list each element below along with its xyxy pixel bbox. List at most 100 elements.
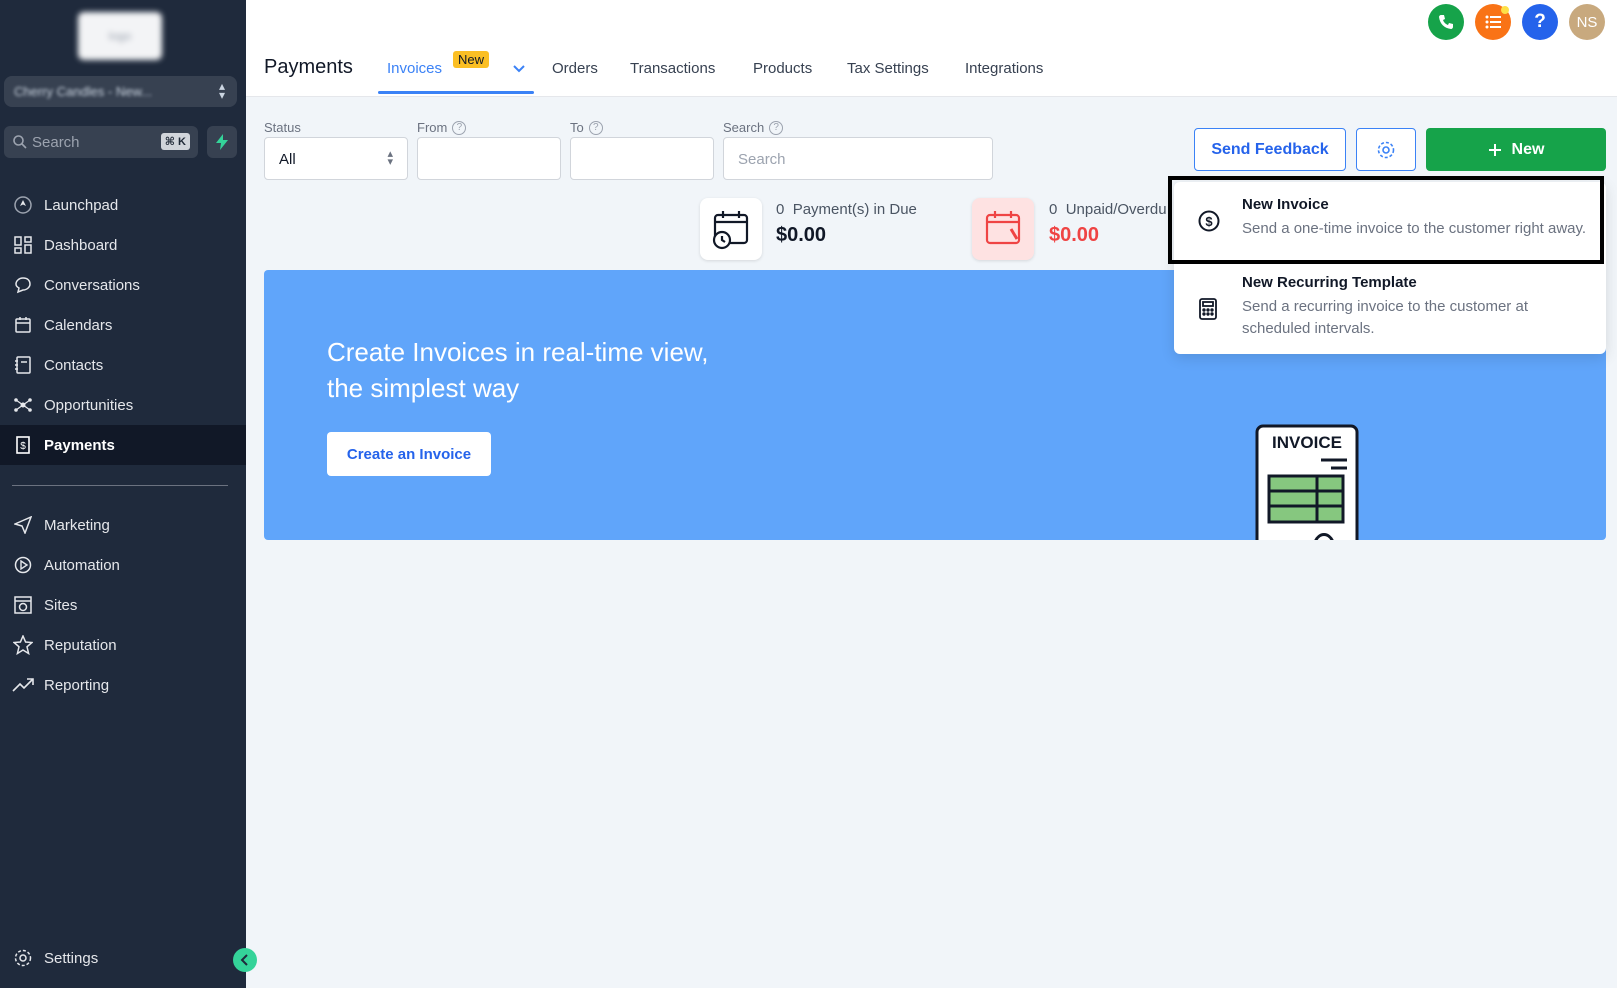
sidebar-search-label: Search: [32, 134, 80, 151]
phone-button[interactable]: [1428, 4, 1464, 40]
status-select[interactable]: All ▴ ▾: [264, 137, 408, 180]
sidebar-item-label: Contacts: [44, 356, 104, 374]
sidebar-item-label: Automation: [44, 556, 120, 574]
chevron-up-down-icon: ▴ ▾: [387, 148, 393, 168]
tab-products[interactable]: Products: [753, 60, 812, 77]
sidebar-item-marketing[interactable]: Marketing: [0, 505, 246, 545]
sidebar-item-label: Dashboard: [44, 236, 118, 254]
sidebar-item-reputation[interactable]: Reputation: [0, 625, 246, 665]
dollar-circle-icon: $: [1198, 210, 1220, 237]
calculator-icon: [1198, 298, 1218, 325]
sidebar-item-label: Launchpad: [44, 196, 119, 214]
help-button[interactable]: ?: [1522, 4, 1558, 40]
company-logo[interactable]: logo: [78, 12, 162, 60]
help-circle-icon[interactable]: ?: [588, 120, 603, 135]
phone-icon: [1439, 15, 1453, 29]
sidebar-item-conversations[interactable]: Conversations: [0, 265, 246, 305]
svg-text:$: $: [20, 441, 26, 452]
globe-window-icon: [12, 594, 34, 616]
from-date-input[interactable]: [417, 137, 561, 180]
page-title: Payments: [264, 56, 353, 78]
calendar-icon: [12, 314, 34, 336]
tab-invoices[interactable]: Invoices: [387, 60, 442, 77]
invoice-art-text: INVOICE: [1272, 433, 1342, 452]
settings-button[interactable]: [1356, 128, 1416, 171]
sidebar-item-reporting[interactable]: Reporting: [0, 665, 246, 705]
to-date-input[interactable]: [570, 137, 714, 180]
due-stat-label: 0 Payment(s) in Due: [776, 201, 917, 218]
automation-icon: [12, 554, 34, 576]
new-button[interactable]: New: [1426, 128, 1606, 171]
star-icon: [12, 634, 34, 656]
sidebar-item-label: Reputation: [44, 636, 117, 654]
plus-icon: [1488, 143, 1501, 156]
new-badge: New: [453, 51, 490, 68]
sidebar-item-payments[interactable]: $ Payments: [0, 425, 246, 465]
sidebar-item-sites[interactable]: Sites: [0, 585, 246, 625]
sidebar-item-opportunities[interactable]: Opportunities: [0, 385, 246, 425]
chevron-up-down-icon: ▴ ▾: [218, 79, 225, 102]
tab-tax-settings[interactable]: Tax Settings: [847, 60, 929, 77]
trend-up-icon: [12, 674, 34, 696]
overdue-label: Unpaid/Overdu: [1065, 201, 1167, 218]
sidebar-item-label: Marketing: [44, 516, 110, 534]
menu-item-title: New Recurring Template: [1242, 274, 1417, 291]
send-feedback-button[interactable]: Send Feedback: [1194, 128, 1346, 171]
logo-text: logo: [108, 29, 132, 43]
banner-title: Create Invoices in real-time view, the s…: [327, 337, 709, 403]
search-input[interactable]: Search: [723, 137, 993, 180]
status-select-value: All: [279, 151, 296, 168]
help-circle-icon[interactable]: ?: [769, 120, 784, 135]
user-avatar[interactable]: NS: [1569, 4, 1605, 40]
new-button-label: New: [1511, 140, 1545, 158]
sidebar-search[interactable]: Search ⌘ K: [4, 126, 198, 158]
menu-item-description: Send a one-time invoice to the customer …: [1242, 220, 1587, 237]
from-filter-label: From?: [417, 120, 467, 135]
chat-bubble-icon: [12, 274, 34, 296]
to-label-text: To: [570, 120, 584, 135]
sidebar-item-launchpad[interactable]: Launchpad: [0, 185, 246, 225]
account-name: Cherry Candles - New...: [14, 84, 152, 99]
menu-item-description: Send a recurring invoice to the customer…: [1242, 298, 1528, 337]
sidebar-item-automation[interactable]: Automation: [0, 545, 246, 585]
new-dropdown-menu: $ New Invoice Send a one-time invoice to…: [1168, 176, 1606, 354]
menu-item-new-recurring-template[interactable]: New Recurring Template Send a recurring …: [1174, 272, 1606, 354]
sidebar-item-label: Conversations: [44, 276, 140, 294]
tab-transactions[interactable]: Transactions: [630, 60, 715, 77]
collapse-sidebar-button[interactable]: [233, 948, 257, 972]
status-label-text: Status: [264, 120, 301, 135]
overdue-amount: $0.00: [1049, 224, 1100, 246]
create-invoice-button[interactable]: Create an Invoice: [327, 432, 491, 476]
sidebar-item-label: Reporting: [44, 676, 110, 694]
rocket-icon: [12, 194, 34, 216]
sidebar-item-calendars[interactable]: Calendars: [0, 305, 246, 345]
gear-icon: [1377, 141, 1395, 158]
due-calendar-icon: [700, 198, 762, 260]
tab-integrations[interactable]: Integrations: [965, 60, 1043, 77]
contacts-book-icon: [12, 354, 34, 376]
send-icon: [12, 514, 34, 536]
menu-item-title: New Invoice: [1242, 196, 1329, 213]
receipt-icon: $: [12, 434, 34, 456]
status-filter-label: Status: [264, 120, 301, 135]
quick-actions-button[interactable]: [207, 126, 237, 158]
search-filter-label: Search?: [723, 120, 784, 135]
svg-text:$: $: [1205, 214, 1213, 229]
chevron-down-icon[interactable]: [513, 60, 525, 78]
due-label: Payment(s) in Due: [792, 201, 917, 218]
sidebar-item-contacts[interactable]: Contacts: [0, 345, 246, 385]
sidebar-item-label: Settings: [44, 949, 99, 967]
sidebar-item-settings[interactable]: Settings: [0, 938, 246, 978]
sidebar: logo Cherry Candles - New... ▴ ▾ Search ⌘…: [0, 0, 246, 988]
sidebar-item-label: Sites: [44, 596, 78, 614]
help-circle-icon[interactable]: ?: [452, 120, 467, 135]
from-label-text: From: [417, 120, 448, 135]
sidebar-item-label: Opportunities: [44, 396, 134, 414]
menu-item-new-invoice[interactable]: $ New Invoice Send a one-time invoice to…: [1168, 176, 1604, 264]
avatar-initials: NS: [1576, 13, 1598, 31]
help-icon: ?: [1534, 11, 1546, 32]
sidebar-item-dashboard[interactable]: Dashboard: [0, 225, 246, 265]
account-switcher[interactable]: Cherry Candles - New... ▴ ▾: [4, 76, 237, 107]
tab-orders[interactable]: Orders: [552, 60, 598, 77]
notifications-button[interactable]: [1475, 4, 1511, 40]
